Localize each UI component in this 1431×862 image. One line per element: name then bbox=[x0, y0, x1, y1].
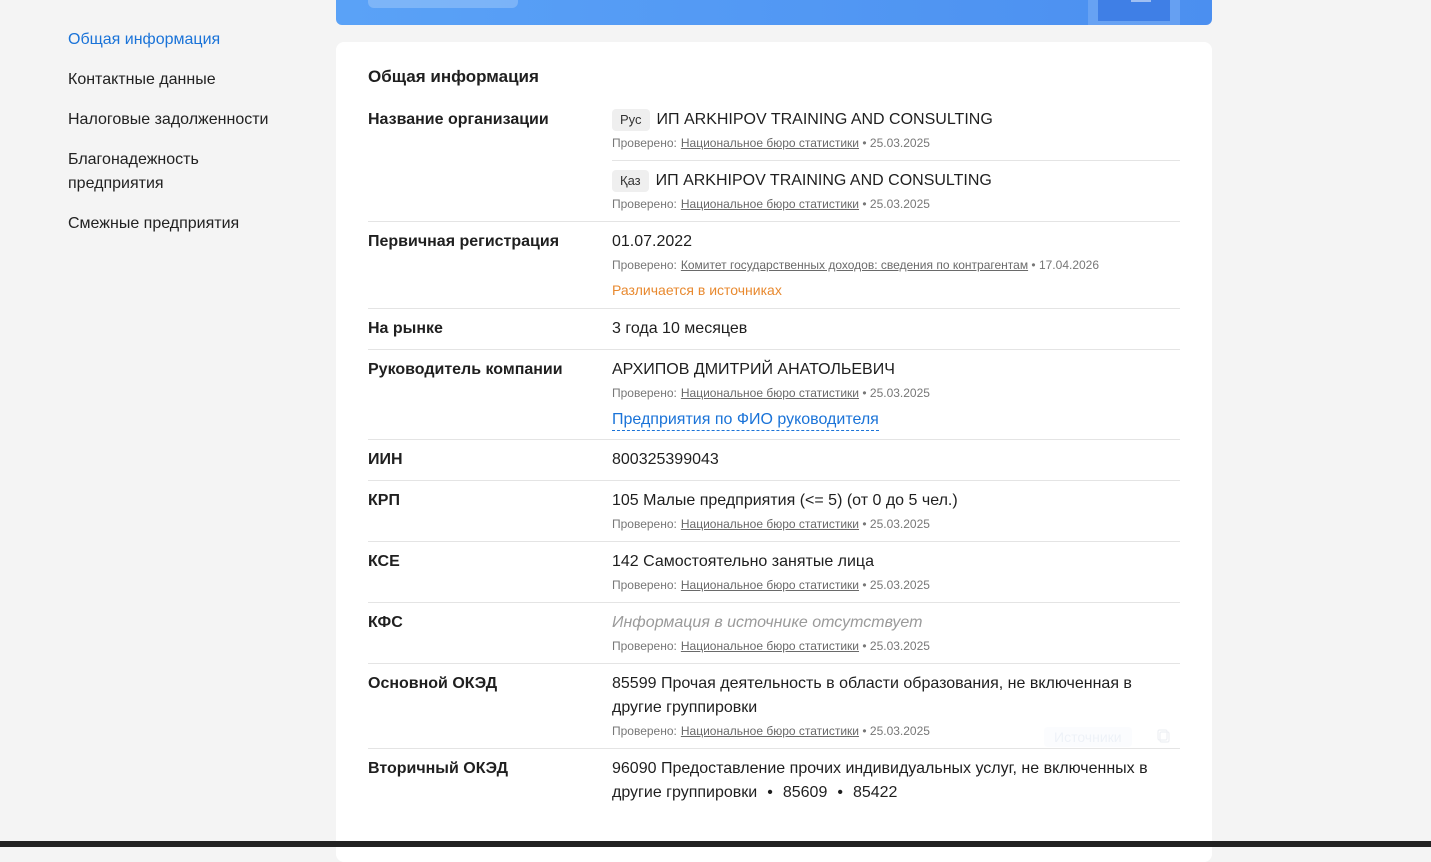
row-secondary-oked: Вторичный ОКЭД 96090 Предоставление проч… bbox=[368, 749, 1180, 813]
source-link[interactable]: Национальное бюро статистики bbox=[681, 386, 859, 400]
row-krp: КРП 105 Малые предприятия (<= 5) (от 0 д… bbox=[368, 481, 1180, 542]
sources-button[interactable]: Источники bbox=[1044, 727, 1132, 747]
row-kfs: КФС Информация в источнике отсутствует П… bbox=[368, 603, 1180, 664]
row-org-name: Название организации Рус ИП ARKHIPOV TRAI… bbox=[368, 100, 1180, 222]
row-label: КРП bbox=[368, 492, 400, 509]
checked-line: Проверено: Национальное бюро статистики •… bbox=[612, 637, 1180, 655]
sidebar-item-contacts[interactable]: Контактные данные bbox=[68, 68, 288, 92]
director-value: АРХИПОВ ДМИТРИЙ АНАТОЛЬЕВИЧ bbox=[612, 361, 895, 378]
checked-line: Проверено: Комитет государственных доходо… bbox=[612, 256, 1180, 274]
registration-value: 01.07.2022 bbox=[612, 233, 693, 250]
source-link[interactable]: Национальное бюро статистики bbox=[681, 517, 859, 531]
director-companies-link[interactable]: Предприятия по ФИО руководителя bbox=[612, 410, 879, 431]
checked-label: Проверено: bbox=[612, 258, 677, 272]
lang-badge-kz: Қаз bbox=[612, 170, 649, 192]
row-label: КСЕ bbox=[368, 553, 400, 570]
checked-label: Проверено: bbox=[612, 136, 677, 150]
secondary-oked-value: 96090 Предоставление прочих индивидуальн… bbox=[612, 757, 1180, 805]
row-label: На рынке bbox=[368, 320, 443, 337]
org-name-kz-value: ИП ARKHIPOV TRAINING AND CONSULTING bbox=[655, 172, 992, 189]
row-on-market: На рынке 3 года 10 месяцев bbox=[368, 309, 1180, 350]
checked-label: Проверено: bbox=[612, 386, 677, 400]
kfs-value: Информация в источнике отсутствует bbox=[612, 614, 923, 631]
row-value: 01.07.2022 Проверено: Комитет государстве… bbox=[612, 230, 1180, 300]
krp-value: 105 Малые предприятия (<= 5) (от 0 до 5 … bbox=[612, 492, 958, 509]
header-banner bbox=[336, 0, 1212, 25]
checked-label: Проверено: bbox=[612, 197, 677, 211]
checked-label: Проверено: bbox=[612, 578, 677, 592]
source-link[interactable]: Национальное бюро статистики bbox=[681, 136, 859, 150]
copy-icon[interactable] bbox=[1156, 728, 1172, 744]
secondary-oked-extra-1: 85609 bbox=[782, 784, 828, 801]
row-value: 3 года 10 месяцев bbox=[612, 317, 1180, 341]
checked-date: • 25.03.2025 bbox=[862, 197, 930, 211]
banner-action-button-inner bbox=[1098, 0, 1170, 21]
checked-date: • 25.03.2025 bbox=[862, 639, 930, 653]
checked-date: • 25.03.2025 bbox=[862, 136, 930, 150]
source-link[interactable]: Национальное бюро статистики bbox=[681, 639, 859, 653]
row-value: Рус ИП ARKHIPOV TRAINING AND CONSULTING П… bbox=[612, 108, 1180, 213]
main-oked-value: 85599 Прочая деятельность в области обра… bbox=[612, 675, 1132, 716]
checked-label: Проверено: bbox=[612, 639, 677, 653]
checked-date: • 25.03.2025 bbox=[862, 517, 930, 531]
org-name-kz-line: Қаз ИП ARKHIPOV TRAINING AND CONSULTING bbox=[612, 169, 1180, 193]
row-value: 96090 Предоставление прочих индивидуальн… bbox=[612, 757, 1180, 805]
banner-action-icon bbox=[1131, 0, 1151, 2]
bullet-separator: • bbox=[837, 784, 843, 801]
banner-tab[interactable] bbox=[368, 0, 518, 8]
checked-date: • 25.03.2025 bbox=[862, 386, 930, 400]
card-title: Общая информация bbox=[368, 67, 539, 86]
source-link[interactable]: Национальное бюро статистики bbox=[681, 578, 859, 592]
row-label: Вторичный ОКЭД bbox=[368, 760, 509, 777]
row-label: КФС bbox=[368, 614, 403, 631]
org-name-ru-value: ИП ARKHIPOV TRAINING AND CONSULTING bbox=[656, 111, 993, 128]
org-name-ru-line: Рус ИП ARKHIPOV TRAINING AND CONSULTING bbox=[612, 108, 1180, 132]
row-label: ИИН bbox=[368, 451, 403, 468]
row-value: Информация в источнике отсутствует Прове… bbox=[612, 611, 1180, 655]
checked-line: Проверено: Национальное бюро статистики •… bbox=[612, 515, 1180, 533]
checked-date: • 25.03.2025 bbox=[862, 578, 930, 592]
row-label: Первичная регистрация bbox=[368, 233, 560, 250]
row-value: 105 Малые предприятия (<= 5) (от 0 до 5 … bbox=[612, 489, 1180, 533]
iin-value: 800325399043 bbox=[612, 451, 719, 468]
row-kse: КСЕ 142 Самостоятельно занятые лица Пров… bbox=[368, 542, 1180, 603]
checked-label: Проверено: bbox=[612, 724, 677, 738]
sidebar-item-tax-debts[interactable]: Налоговые задолженности bbox=[68, 108, 288, 132]
source-link[interactable]: Национальное бюро статистики bbox=[681, 197, 859, 211]
checked-line: Проверено: Национальное бюро статистики •… bbox=[612, 576, 1180, 594]
checked-line: Проверено: Национальное бюро статистики •… bbox=[612, 384, 1180, 402]
bottom-bar bbox=[0, 841, 1431, 847]
checked-line: Проверено: Национальное бюро статистики •… bbox=[612, 195, 1180, 213]
row-director: Руководитель компании АРХИПОВ ДМИТРИЙ АН… bbox=[368, 350, 1180, 440]
checked-date: • 25.03.2025 bbox=[862, 724, 930, 738]
banner-action-button[interactable] bbox=[1088, 0, 1180, 25]
checked-date: • 17.04.2026 bbox=[1031, 258, 1100, 272]
info-rows: Название организации Рус ИП ARKHIPOV TRAI… bbox=[368, 100, 1180, 813]
discrepancy-warning: Различается в источниках bbox=[612, 282, 782, 298]
sidebar-item-reliability[interactable]: Благонадежность предприятия bbox=[68, 148, 288, 196]
org-name-ru: Рус ИП ARKHIPOV TRAINING AND CONSULTING П… bbox=[612, 108, 1180, 161]
row-label: Руководитель компании bbox=[368, 361, 563, 378]
sidebar-nav: Общая информация Контактные данные Налог… bbox=[68, 28, 288, 252]
row-value: 142 Самостоятельно занятые лица Проверен… bbox=[612, 550, 1180, 594]
source-link[interactable]: Комитет государственных доходов: сведени… bbox=[681, 258, 1028, 272]
org-name-kz: Қаз ИП ARKHIPOV TRAINING AND CONSULTING П… bbox=[612, 169, 1180, 213]
general-info-card: Общая информация Название организации Ру… bbox=[336, 42, 1212, 862]
row-value: АРХИПОВ ДМИТРИЙ АНАТОЛЬЕВИЧ Проверено: На… bbox=[612, 358, 1180, 431]
row-value: 800325399043 bbox=[612, 448, 1180, 472]
row-registration: Первичная регистрация 01.07.2022 Провере… bbox=[368, 222, 1180, 309]
row-label: Название организации bbox=[368, 111, 549, 128]
row-label: Основной ОКЭД bbox=[368, 675, 498, 692]
row-iin: ИИН 800325399043 bbox=[368, 440, 1180, 481]
market-value: 3 года 10 месяцев bbox=[612, 320, 748, 337]
sidebar-item-general-info[interactable]: Общая информация bbox=[68, 28, 288, 52]
source-link[interactable]: Национальное бюро статистики bbox=[681, 724, 859, 738]
bullet-separator: • bbox=[767, 784, 773, 801]
sidebar-item-related-companies[interactable]: Смежные предприятия bbox=[68, 212, 288, 236]
checked-label: Проверено: bbox=[612, 517, 677, 531]
checked-line: Проверено: Национальное бюро статистики •… bbox=[612, 134, 1180, 152]
kse-value: 142 Самостоятельно занятые лица bbox=[612, 553, 874, 570]
lang-badge-ru: Рус bbox=[612, 109, 650, 131]
secondary-oked-extra-2: 85422 bbox=[852, 784, 898, 801]
